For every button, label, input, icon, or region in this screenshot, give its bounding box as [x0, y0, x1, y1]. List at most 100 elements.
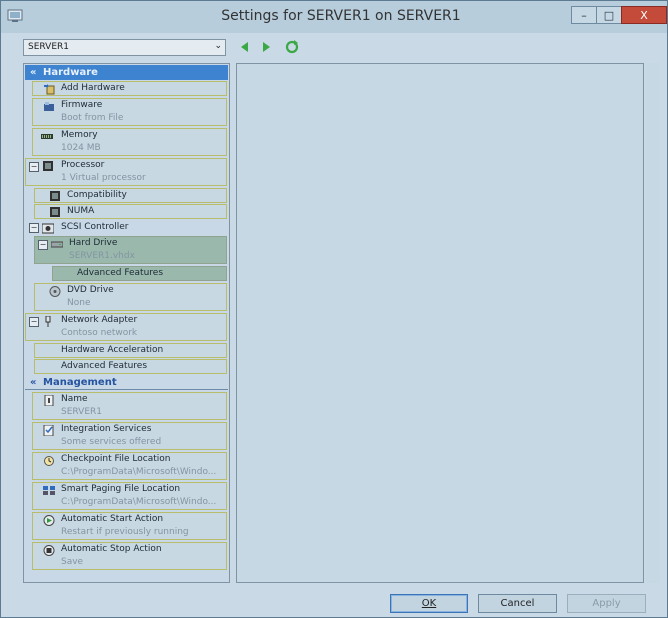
tree-item-value: None: [67, 298, 91, 308]
tree-item-smart-paging-file-location[interactable]: Smart Paging File Location C:\ProgramDat…: [32, 482, 227, 510]
tree-item-label: Advanced Features: [77, 268, 164, 278]
tree-item-value: SERVER1.vhdx: [69, 251, 135, 261]
chevron-down-icon: ⌄: [214, 41, 222, 51]
minimize-button[interactable]: –: [571, 6, 597, 24]
hardware-section-header[interactable]: « Hardware: [25, 65, 228, 80]
back-arrow-icon[interactable]: [238, 40, 252, 54]
tree-item-label: Compatibility: [67, 190, 127, 200]
tree-item-automatic-stop-action[interactable]: Automatic Stop Action Save: [32, 542, 227, 570]
tree-item-numa[interactable]: NUMA: [34, 204, 227, 219]
smart-paging-icon: [43, 486, 55, 495]
tree-item-label: Network Adapter: [61, 315, 138, 325]
tree-item-network-adapter[interactable]: − Network Adapter Contoso network: [25, 313, 227, 341]
tree-item-label: Firmware: [61, 100, 103, 110]
ok-button-label: OK: [421, 598, 437, 609]
minimize-icon: –: [581, 8, 587, 22]
collapse-icon: «: [30, 377, 37, 388]
memory-icon: [41, 134, 53, 139]
tree-item-value: Contoso network: [61, 328, 138, 338]
processor-icon: [50, 207, 60, 217]
tree-item-firmware[interactable]: Firmware Boot from File: [32, 98, 227, 126]
hard-drive-icon: [51, 241, 63, 248]
details-scrollbar[interactable]: [646, 63, 660, 583]
hyperv-settings-icon: [7, 9, 23, 22]
processor-icon: [50, 191, 60, 201]
tree-item-value: C:\ProgramData\Microsoft\Windo...: [61, 467, 217, 477]
tree-item-hardware-acceleration[interactable]: Hardware Acceleration: [34, 343, 227, 358]
tree-item-label: Hard Drive: [69, 238, 118, 248]
tree-item-label: Integration Services: [61, 424, 152, 434]
apply-button[interactable]: Apply: [567, 594, 646, 613]
collapse-toggle[interactable]: −: [29, 162, 39, 172]
tree-item-label: Hardware Acceleration: [61, 345, 164, 355]
tree-item-value: 1 Virtual processor: [61, 173, 146, 183]
tree-item-value: Restart if previously running: [61, 527, 189, 537]
settings-window: Settings for SERVER1 on SERVER1 – □ X SE…: [0, 0, 668, 618]
close-button[interactable]: X: [621, 6, 667, 24]
tree-item-compatibility[interactable]: Compatibility: [34, 188, 227, 203]
tree-item-value: Save: [61, 557, 84, 567]
tree-item-network-advanced-features[interactable]: Advanced Features: [34, 359, 227, 374]
tree-item-label: Checkpoint File Location: [61, 454, 171, 464]
name-icon: [44, 395, 54, 406]
tree-item-label: SCSI Controller: [61, 222, 129, 232]
tree-item-label: Processor: [61, 160, 105, 170]
tree-item-processor[interactable]: − Processor 1 Virtual processor: [25, 158, 227, 186]
vm-selector-value: SERVER1: [28, 42, 69, 52]
firmware-icon: [44, 102, 54, 111]
tree-item-automatic-start-action[interactable]: Automatic Start Action Restart if previo…: [32, 512, 227, 540]
tree-item-label: Advanced Features: [61, 361, 148, 371]
tree-item-checkpoint-file-location[interactable]: Checkpoint File Location C:\ProgramData\…: [32, 452, 227, 480]
checkpoint-icon: [44, 456, 54, 466]
tree-item-label: NUMA: [67, 206, 95, 216]
tree-item-label: DVD Drive: [67, 285, 114, 295]
ok-button[interactable]: OK: [390, 594, 468, 613]
tree-item-add-hardware[interactable]: Add Hardware: [32, 81, 227, 96]
processor-icon: [43, 161, 53, 171]
settings-tree: « Hardware Add Hardware Firmware Boot fr…: [23, 63, 230, 583]
tree-item-label: Add Hardware: [61, 83, 125, 93]
tree-item-hard-drive-advanced-features[interactable]: Advanced Features: [52, 266, 227, 281]
integration-services-icon: [43, 425, 54, 436]
forward-arrow-icon[interactable]: [259, 40, 273, 54]
scsi-controller-icon: [42, 223, 54, 234]
close-icon: X: [640, 8, 648, 22]
collapse-toggle[interactable]: −: [38, 240, 48, 250]
tree-item-name[interactable]: Name SERVER1: [32, 392, 227, 420]
collapse-icon: «: [30, 67, 37, 78]
title-bar: Settings for SERVER1 on SERVER1 – □ X: [1, 1, 667, 33]
tree-item-dvd-drive[interactable]: DVD Drive None: [34, 283, 227, 311]
maximize-button[interactable]: □: [596, 6, 622, 24]
apply-button-label: Apply: [592, 598, 621, 609]
tree-item-label: Name: [61, 394, 88, 404]
tree-item-value: Boot from File: [61, 113, 124, 123]
refresh-icon[interactable]: [285, 40, 299, 54]
vm-selector-dropdown[interactable]: SERVER1 ⌄: [23, 39, 226, 56]
window-title: Settings for SERVER1 on SERVER1: [221, 8, 461, 24]
tree-item-label: Memory: [61, 130, 98, 140]
management-section-header[interactable]: « Management: [25, 375, 228, 390]
collapse-toggle[interactable]: −: [29, 317, 39, 327]
tree-item-hard-drive[interactable]: − Hard Drive SERVER1.vhdx: [34, 236, 227, 264]
tree-item-label: Automatic Start Action: [61, 514, 164, 524]
add-hardware-icon: [44, 84, 55, 95]
hardware-header-label: Hardware: [43, 67, 98, 78]
management-header-label: Management: [43, 377, 117, 388]
maximize-icon: □: [603, 8, 615, 22]
cancel-button-label: Cancel: [500, 598, 535, 609]
tree-item-value: C:\ProgramData\Microsoft\Windo...: [61, 497, 217, 507]
automatic-stop-icon: [43, 545, 55, 556]
cancel-button[interactable]: Cancel: [478, 594, 557, 613]
tree-item-memory[interactable]: Memory 1024 MB: [32, 128, 227, 156]
dvd-drive-icon: [49, 286, 61, 297]
automatic-start-icon: [43, 515, 55, 526]
tree-item-label: Smart Paging File Location: [61, 484, 181, 494]
tree-item-integration-services[interactable]: Integration Services Some services offer…: [32, 422, 227, 450]
tree-item-scsi-controller[interactable]: − SCSI Controller: [25, 220, 227, 235]
tree-item-value: 1024 MB: [61, 143, 101, 153]
details-pane: [236, 63, 644, 583]
collapse-toggle[interactable]: −: [29, 223, 39, 233]
network-adapter-icon: [45, 316, 51, 327]
tree-item-value: Some services offered: [61, 437, 162, 447]
tree-item-value: SERVER1: [61, 407, 102, 417]
